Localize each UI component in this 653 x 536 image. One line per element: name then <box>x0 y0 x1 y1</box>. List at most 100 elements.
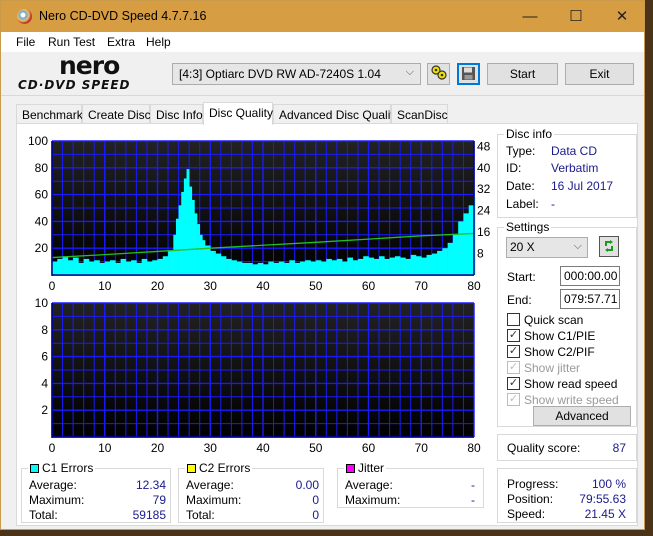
exit-button[interactable]: Exit <box>565 63 634 85</box>
c1-error-bar <box>173 234 177 275</box>
menu-extra[interactable]: Extra <box>107 35 135 49</box>
c1-error-bar <box>452 234 459 275</box>
c2-total-value: 0 <box>312 508 319 522</box>
jitter-legend-swatch <box>346 464 355 473</box>
c1-error-bar <box>202 240 206 275</box>
c1-error-bar <box>415 256 422 275</box>
c1-error-bar <box>389 257 396 275</box>
menu-file[interactable]: File <box>16 35 35 49</box>
jitter-label: Jitter <box>358 461 385 475</box>
chevron-down-icon: ⌵ <box>573 240 582 252</box>
advanced-button[interactable]: Advanced <box>533 406 631 426</box>
y-tick-label: 20 <box>35 241 49 255</box>
floppy-icon <box>462 67 475 80</box>
tab-disc-info[interactable]: Disc Info <box>150 104 203 124</box>
window-title: Nero CD-DVD Speed 4.7.7.16 <box>39 9 207 23</box>
c1-maximum-label: Maximum: <box>29 493 85 507</box>
c1-error-bar <box>146 261 153 275</box>
progress-value: 100 % <box>591 477 626 491</box>
c1-errors-group: C1 Errors Average: 12.34 Maximum: 79 Tot… <box>21 461 171 523</box>
speed-select[interactable]: 20 X ⌵ <box>506 237 588 258</box>
x-tick-label: 20 <box>151 441 165 454</box>
y-tick-label: 100 <box>28 134 48 148</box>
c1-error-bar <box>400 257 406 275</box>
c2-average-label: Average: <box>186 478 234 492</box>
close-button[interactable]: ✕ <box>599 1 645 32</box>
c2-maximum-value: 0 <box>312 493 319 507</box>
maximize-button[interactable]: ☐ <box>553 1 599 32</box>
tab-disc-quality[interactable]: Disc Quality <box>203 102 273 125</box>
c1-error-bar <box>199 234 203 275</box>
c2-errors-title: C2 Errors <box>185 461 253 475</box>
speed-select-value: 20 X <box>510 240 535 254</box>
x-tick-label: 10 <box>98 441 112 454</box>
tab-create-disc[interactable]: Create Disc <box>82 104 151 124</box>
app-icon <box>17 9 32 24</box>
disc-label-value: - <box>551 197 555 211</box>
c2-legend-swatch <box>187 464 196 473</box>
check-icon: ✓ <box>507 393 520 406</box>
start-button[interactable]: Start <box>487 63 558 85</box>
x-tick-label: 30 <box>204 441 218 454</box>
x-tick-label: 10 <box>98 279 112 292</box>
c1-error-bar <box>125 261 132 275</box>
c1-error-bar <box>336 258 343 275</box>
save-button[interactable] <box>457 63 480 85</box>
c1-total-label: Total: <box>29 508 58 522</box>
disc-label-label: Label: <box>506 197 539 211</box>
c1-error-bar <box>357 258 364 275</box>
y2-tick-label: 48 <box>477 139 491 153</box>
y2-tick-label: 24 <box>477 204 491 218</box>
minimize-button[interactable]: — <box>507 1 553 32</box>
grid <box>51 302 475 438</box>
jitter-maximum-label: Maximum: <box>345 493 401 507</box>
x-tick-label: 30 <box>204 279 218 292</box>
end-input[interactable]: 079:57.71 <box>560 289 620 309</box>
c1-error-bar <box>268 261 274 275</box>
c1-error-bar <box>331 260 338 275</box>
c1-error-bar <box>447 242 454 275</box>
c1-error-bar <box>315 260 322 275</box>
chevron-down-icon: ⌵ <box>405 66 414 78</box>
c1-error-bar <box>88 261 95 275</box>
checkbox-box <box>507 313 520 326</box>
c1-error-bar <box>136 262 142 275</box>
menu-run-test[interactable]: Run Test <box>48 35 95 49</box>
c1-error-bar <box>120 258 127 275</box>
c2-maximum-label: Maximum: <box>186 493 242 507</box>
x-tick-label: 50 <box>309 441 323 454</box>
jitter-average-value: - <box>471 478 475 492</box>
speed-label: Speed: <box>507 507 546 521</box>
menu-help[interactable]: Help <box>146 35 171 49</box>
c1-error-bar <box>210 250 216 275</box>
c1-error-bar <box>284 262 290 275</box>
x-tick-label: 40 <box>256 441 270 454</box>
c1-error-bar <box>141 258 148 275</box>
start-input[interactable]: 000:00.00 <box>560 266 620 286</box>
tab-advanced-disc-quality[interactable]: Advanced Disc Quality <box>273 104 400 124</box>
drive-select-value: [4:3] Optiarc DVD RW AD-7240S 1.04 <box>179 67 381 81</box>
refresh-icon <box>605 240 613 252</box>
speed-value: 21.45 X <box>584 507 626 521</box>
c1-error-bar <box>110 260 116 275</box>
y2-tick-label: 16 <box>477 225 491 239</box>
c1-error-bar <box>162 256 169 275</box>
check-icon: ✓ <box>507 345 520 358</box>
configure-button[interactable] <box>427 63 450 85</box>
drive-select[interactable]: [4:3] Optiarc DVD RW AD-7240S 1.04 ⌵ <box>172 63 421 85</box>
tab-scandisc[interactable]: ScanDisc <box>391 104 448 124</box>
menu-bar: File Run Test Extra Help <box>1 32 644 52</box>
quality-score-value: 87 <box>612 441 626 455</box>
title-bar[interactable]: Nero CD-DVD Speed 4.7.7.16 — ☐ ✕ <box>1 1 644 32</box>
disc-type-value: Data CD <box>551 144 598 158</box>
tab-benchmark[interactable]: Benchmark <box>16 104 83 124</box>
jitter-title: Jitter <box>344 461 387 475</box>
c1-error-bar <box>231 260 237 275</box>
c1-error-bar <box>310 261 317 275</box>
c1-error-bar <box>183 178 187 275</box>
cd-dvd-speed-logo: CD·DVD SPEED <box>18 78 131 92</box>
y-tick-label: 80 <box>35 161 49 175</box>
c1-error-bar <box>305 260 311 275</box>
refresh-speed-button[interactable] <box>599 236 619 257</box>
c1-error-bar <box>373 258 380 275</box>
